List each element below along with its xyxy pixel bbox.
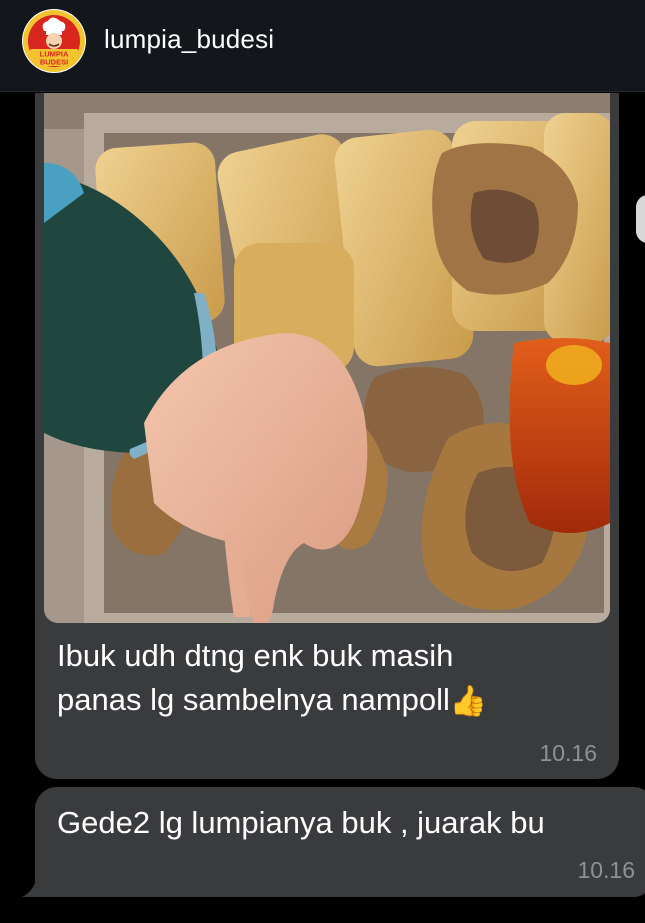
chef-logo-icon: LUMPIA BUDESI xyxy=(23,10,85,72)
message-bubble-text[interactable]: Gede2 lg lumpianya buk , juarak bu 10.16 xyxy=(35,787,645,897)
svg-text:BUDESI: BUDESI xyxy=(40,58,68,67)
food-photo[interactable] xyxy=(44,93,610,623)
chat-header: LUMPIA BUDESI lumpia_budesi xyxy=(0,0,645,92)
username[interactable]: lumpia_budesi xyxy=(104,24,274,55)
message-timestamp: 10.16 xyxy=(577,857,635,883)
message-timestamp: 10.16 xyxy=(539,740,597,766)
message-text: Ibuk udh dtng enk buk masih panas lg sam… xyxy=(57,634,607,722)
avatar[interactable]: LUMPIA BUDESI xyxy=(22,9,86,73)
side-scroll-indicator xyxy=(636,195,645,243)
message-bubble-photo[interactable]: Ibuk udh dtng enk buk masih panas lg sam… xyxy=(35,93,619,779)
thumbs-up-icon: 👍 xyxy=(449,684,488,718)
message-body: Ibuk udh dtng enk buk masih panas lg sam… xyxy=(57,638,454,717)
message-text: Gede2 lg lumpianya buk , juarak bu xyxy=(57,805,545,840)
bubble-tail-icon xyxy=(22,872,44,897)
food-photo-image xyxy=(44,93,610,623)
